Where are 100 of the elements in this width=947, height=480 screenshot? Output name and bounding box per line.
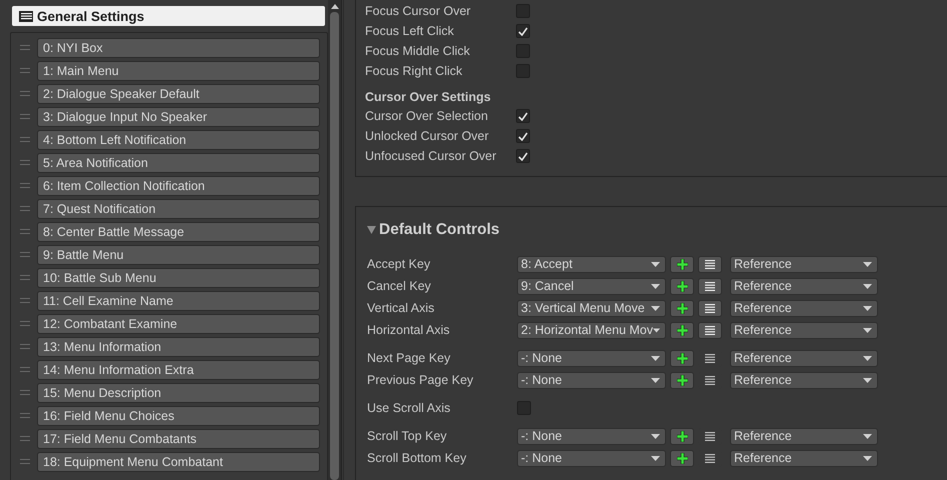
add-button[interactable] bbox=[670, 372, 694, 388]
dropdown[interactable]: 8: Accept bbox=[517, 256, 666, 272]
setting-label: Previous Page Key bbox=[367, 373, 474, 387]
drag-handle-icon[interactable] bbox=[20, 68, 30, 73]
list-item-button[interactable]: 3: Dialogue Input No Speaker bbox=[37, 106, 320, 126]
dropdown[interactable]: Reference bbox=[730, 278, 878, 294]
list-item-button[interactable]: 4: Bottom Left Notification bbox=[37, 130, 320, 150]
setting-label: Focus Middle Click bbox=[365, 44, 471, 58]
list-item-button[interactable]: 10: Battle Sub Menu bbox=[37, 268, 320, 288]
drag-handle-icon[interactable] bbox=[20, 45, 30, 50]
checkbox[interactable] bbox=[516, 149, 530, 163]
list-icon bbox=[705, 326, 715, 334]
caret-icon bbox=[863, 306, 872, 310]
list-item-button[interactable]: 1: Main Menu bbox=[37, 60, 320, 80]
caret-icon bbox=[651, 434, 660, 438]
drag-handle-icon[interactable] bbox=[20, 390, 30, 395]
setting-label: Focus Left Click bbox=[365, 24, 455, 38]
list-item-button[interactable]: 14: Menu Information Extra bbox=[37, 360, 320, 380]
dropdown[interactable]: -: None bbox=[517, 428, 666, 444]
dropdown[interactable]: 9: Cancel bbox=[517, 278, 666, 294]
list-button[interactable] bbox=[698, 300, 722, 316]
dropdown[interactable]: Reference bbox=[730, 256, 878, 272]
list-item-button[interactable]: 8: Center Battle Message bbox=[37, 222, 320, 242]
caret-icon bbox=[863, 378, 872, 382]
section-header[interactable]: General Settings bbox=[12, 6, 325, 26]
dropdown[interactable]: -: None bbox=[517, 450, 666, 466]
list-item-button[interactable]: 7: Quest Notification bbox=[37, 198, 320, 218]
list-item-button[interactable]: 18: Equipment Menu Combatant bbox=[37, 452, 320, 472]
add-button[interactable] bbox=[670, 256, 694, 272]
scroll-thumb[interactable] bbox=[330, 12, 339, 480]
drag-handle-icon[interactable] bbox=[20, 367, 30, 372]
drag-handle-icon[interactable] bbox=[20, 252, 30, 257]
dropdown[interactable]: Reference bbox=[730, 322, 878, 338]
list-item-button[interactable]: 13: Menu Information bbox=[37, 336, 320, 356]
list-item-button[interactable]: 9: Battle Menu bbox=[37, 244, 320, 264]
dropdown[interactable]: Reference bbox=[730, 350, 878, 366]
drag-handle-icon[interactable] bbox=[20, 275, 30, 280]
add-button[interactable] bbox=[670, 350, 694, 366]
checkbox[interactable] bbox=[516, 4, 530, 18]
list-item-button[interactable]: 6: Item Collection Notification bbox=[37, 176, 320, 196]
list-item-button[interactable]: 12: Combatant Examine bbox=[37, 314, 320, 334]
drag-handle-icon[interactable] bbox=[20, 91, 30, 96]
setting-label: Unlocked Cursor Over bbox=[365, 129, 490, 143]
list-item-button[interactable]: 17: Field Menu Combatants bbox=[37, 428, 320, 448]
dropdown[interactable]: Reference bbox=[730, 428, 878, 444]
list-item-button[interactable]: 11: Cell Examine Name bbox=[37, 290, 320, 310]
checkbox[interactable] bbox=[517, 401, 531, 415]
drag-handle-icon[interactable] bbox=[20, 160, 30, 165]
scroll-up-icon[interactable] bbox=[330, 4, 338, 9]
foldout-arrow-icon[interactable] bbox=[367, 226, 376, 234]
plus-icon bbox=[676, 324, 688, 336]
caret-icon bbox=[863, 434, 872, 438]
drag-handle-icon[interactable] bbox=[20, 436, 30, 441]
setting-label: Scroll Top Key bbox=[367, 429, 448, 443]
dropdown[interactable]: 2: Horizontal Menu Mov bbox=[517, 322, 666, 338]
dropdown[interactable]: Reference bbox=[730, 300, 878, 316]
caret-icon bbox=[863, 284, 872, 288]
scrollbar[interactable] bbox=[328, 0, 341, 480]
drag-handle-icon[interactable] bbox=[20, 137, 30, 142]
caret-icon bbox=[651, 378, 660, 382]
list-item-button[interactable]: 15: Menu Description bbox=[37, 382, 320, 402]
checkbox[interactable] bbox=[516, 129, 530, 143]
list-item-button[interactable]: 5: Area Notification bbox=[37, 152, 320, 172]
drag-handle-icon[interactable] bbox=[20, 321, 30, 326]
plus-icon bbox=[676, 302, 688, 314]
add-button[interactable] bbox=[670, 300, 694, 316]
caret-icon bbox=[651, 456, 660, 460]
drag-handle-icon[interactable] bbox=[20, 413, 30, 418]
drag-handle-icon[interactable] bbox=[20, 183, 30, 188]
list-item-button[interactable]: 0: NYI Box bbox=[37, 38, 320, 58]
dropdown[interactable]: Reference bbox=[730, 450, 878, 466]
checkbox[interactable] bbox=[516, 64, 530, 78]
setting-label: Focus Right Click bbox=[365, 64, 464, 78]
checkbox[interactable] bbox=[516, 44, 530, 58]
dropdown[interactable]: 3: Vertical Menu Move bbox=[517, 300, 666, 316]
add-button[interactable] bbox=[670, 322, 694, 338]
dropdown[interactable]: Reference bbox=[730, 372, 878, 388]
checkbox[interactable] bbox=[516, 109, 530, 123]
drag-handle-icon[interactable] bbox=[20, 206, 30, 211]
dropdown[interactable]: -: None bbox=[517, 350, 666, 366]
list-button[interactable] bbox=[698, 278, 722, 294]
dropdown[interactable]: -: None bbox=[517, 372, 666, 388]
list-button[interactable] bbox=[698, 256, 722, 272]
add-button[interactable] bbox=[670, 428, 694, 444]
checkbox[interactable] bbox=[516, 24, 530, 38]
add-button[interactable] bbox=[670, 450, 694, 466]
list-button[interactable] bbox=[698, 322, 722, 338]
list-icon bbox=[705, 432, 715, 440]
list-item-button[interactable]: 16: Field Menu Choices bbox=[37, 406, 320, 426]
drag-handle-icon[interactable] bbox=[20, 344, 30, 349]
list-item-button[interactable]: 2: Dialogue Speaker Default bbox=[37, 84, 320, 104]
drag-handle-icon[interactable] bbox=[20, 298, 30, 303]
list-icon bbox=[705, 376, 715, 384]
drag-handle-icon[interactable] bbox=[20, 229, 30, 234]
list-icon bbox=[705, 304, 715, 312]
setting-label: Accept Key bbox=[367, 257, 432, 271]
drag-handle-icon[interactable] bbox=[20, 114, 30, 119]
drag-handle-icon[interactable] bbox=[20, 459, 30, 464]
add-button[interactable] bbox=[670, 278, 694, 294]
caret-icon bbox=[651, 356, 660, 360]
